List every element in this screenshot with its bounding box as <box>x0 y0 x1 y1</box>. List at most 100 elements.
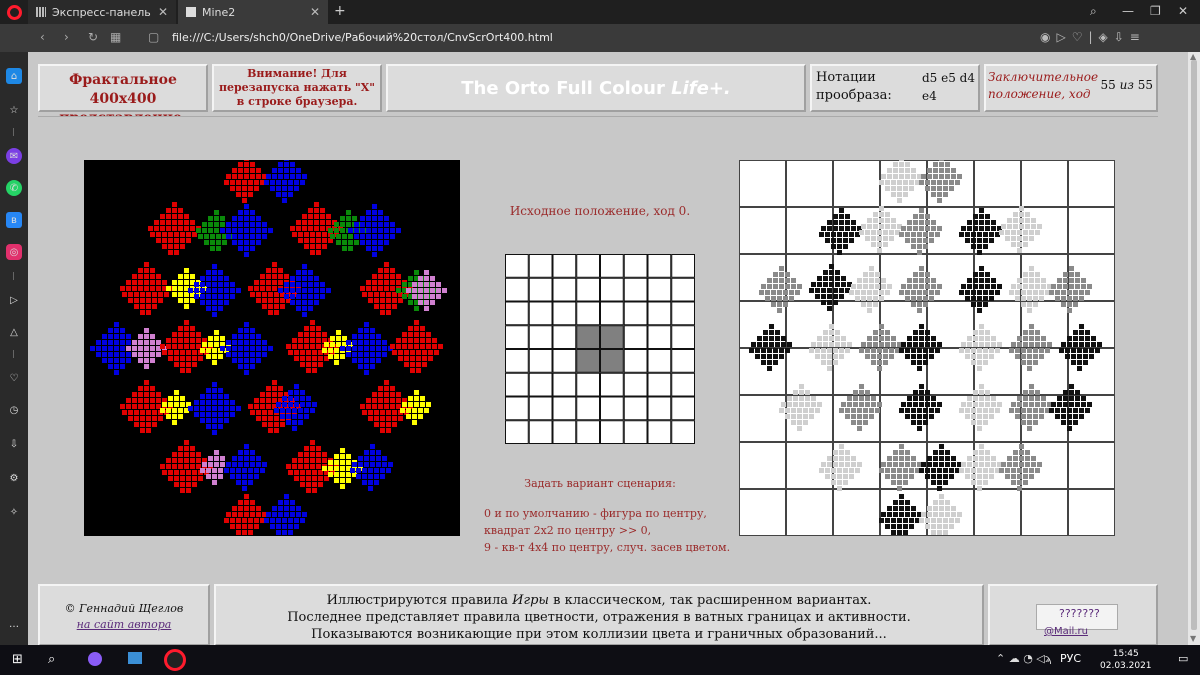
fractal-mark <box>184 320 189 325</box>
history-icon[interactable]: ◷ <box>6 402 22 418</box>
close-tab-icon[interactable]: ✕ <box>310 5 320 19</box>
fractal-mark <box>268 228 273 233</box>
fractal-mark <box>146 428 151 433</box>
fractal-mark <box>172 220 177 225</box>
player-icon[interactable]: ▷ <box>6 292 22 308</box>
description-line: Иллюстрируются правила Игры в классическ… <box>216 592 982 609</box>
close-window-button[interactable]: ✕ <box>1178 4 1188 18</box>
whatsapp-icon[interactable]: ✆ <box>6 180 22 196</box>
fractal-canvas[interactable] <box>84 160 460 536</box>
fractal-mark <box>162 470 167 475</box>
fractal-mark <box>384 404 389 409</box>
scene-mark <box>1027 360 1032 365</box>
fractal-mark <box>354 228 359 233</box>
scene-mark <box>879 336 884 341</box>
fractal-mark <box>256 174 261 179</box>
fractal-mark <box>386 298 391 303</box>
fractal-mark <box>352 346 357 351</box>
close-tab-icon[interactable]: ✕ <box>158 5 168 19</box>
scene-mark <box>793 396 798 401</box>
lightbulb-icon[interactable]: ✧ <box>6 504 22 520</box>
fractal-mark <box>330 336 335 341</box>
settings-icon[interactable]: ⚙ <box>6 470 22 486</box>
fractal-mark <box>336 336 341 341</box>
vertical-scrollbar[interactable]: ▲ ▼ <box>1188 52 1200 645</box>
fractal-mark <box>244 222 249 227</box>
minimize-button[interactable]: — <box>1122 4 1134 18</box>
mail-ru-link[interactable]: @Mail.ru <box>1044 626 1088 637</box>
fractal-mark <box>296 306 301 311</box>
messenger-icon[interactable]: ✉ <box>6 148 22 164</box>
taskview-icon[interactable] <box>128 652 142 664</box>
new-tab-button[interactable]: + <box>334 3 346 19</box>
language-indicator[interactable]: РУС <box>1060 652 1081 665</box>
fractal-mark <box>192 356 197 361</box>
vk-icon[interactable]: в <box>6 212 22 228</box>
fractal-mark <box>172 408 177 413</box>
tab-mine2[interactable]: Mine2 ✕ <box>178 0 328 24</box>
maximize-button[interactable]: ❐ <box>1150 4 1161 18</box>
scene-mark <box>1059 348 1064 353</box>
fractal-mark <box>310 238 315 243</box>
fractal-mark <box>412 288 417 293</box>
fractal-mark <box>298 338 303 343</box>
scene-mark <box>971 290 976 295</box>
final-scene-canvas[interactable] <box>739 160 1115 536</box>
tabs-grid-icon[interactable]: ▦ <box>110 30 121 44</box>
url-field[interactable]: file:///C:/Users/shch0/OneDrive/Рабочий%… <box>172 31 553 44</box>
fractal-mark <box>352 216 357 221</box>
fractal-mark <box>406 288 411 293</box>
home-icon[interactable]: ⌂ <box>6 68 22 84</box>
alice-icon[interactable] <box>88 652 102 666</box>
clock[interactable]: 15:45 02.03.2021 <box>1100 648 1152 672</box>
set-variant-label[interactable]: Задать вариант сценария: <box>470 477 730 490</box>
pinboard-icon[interactable]: △ <box>6 324 22 340</box>
windows-start-icon[interactable]: ⊞ <box>12 652 23 667</box>
scene-mark <box>887 456 892 461</box>
scene-mark <box>897 186 902 191</box>
reload-icon[interactable]: ↻ <box>88 30 98 44</box>
grid-cell <box>528 277 553 302</box>
scene-mark <box>867 218 872 223</box>
fractal-mark <box>212 430 217 435</box>
scene-mark <box>879 218 884 223</box>
scrollbar-thumb[interactable] <box>1191 60 1197 630</box>
fractal-mark <box>172 226 177 231</box>
scene-mark <box>909 474 914 479</box>
scene-mark <box>907 336 912 341</box>
tab-express-panel[interactable]: Экспресс-панель ✕ <box>28 0 176 24</box>
author-site-link[interactable]: на сайт автора <box>40 618 208 631</box>
back-icon[interactable]: ‹ <box>40 30 45 44</box>
fractal-mark <box>266 392 271 397</box>
more-icon[interactable]: … <box>6 616 22 632</box>
scene-mark <box>971 232 976 237</box>
instagram-icon[interactable]: ◎ <box>6 244 22 260</box>
fractal-mark <box>146 304 151 309</box>
scene-mark <box>985 402 990 407</box>
opera-taskbar-icon[interactable] <box>164 649 186 671</box>
fractal-mark <box>374 292 379 297</box>
grid-cell <box>671 325 695 349</box>
tray-icons[interactable]: ⌃ ☁ ◔ ◁ϡ <box>996 652 1052 665</box>
downloads-icon[interactable]: ⇩ <box>6 436 22 452</box>
notifications-icon[interactable]: ▭ <box>1178 652 1188 665</box>
scroll-down-icon[interactable]: ▼ <box>1190 634 1196 643</box>
preimage-grid[interactable] <box>505 254 695 444</box>
scene-mark <box>989 232 994 237</box>
grid-cell <box>576 301 600 326</box>
scene-mark <box>931 192 936 197</box>
address-actions[interactable]: ◉▷♡|◈⇩≡ <box>1040 30 1146 44</box>
star-icon[interactable]: ☆ <box>6 102 22 118</box>
fractal-mark <box>308 276 313 281</box>
search-icon[interactable]: ⌕ <box>48 652 55 667</box>
fractal-mark <box>134 292 139 297</box>
scene-mark <box>761 360 766 365</box>
scene-mark <box>1067 302 1072 307</box>
fractal-mark <box>326 220 331 225</box>
search-tabs-icon[interactable]: ⌕ <box>1090 4 1097 19</box>
opera-menu-button[interactable] <box>0 0 28 24</box>
heart-icon[interactable]: ♡ <box>6 370 22 386</box>
fractal-mark <box>114 322 119 327</box>
scene-mark <box>967 226 972 231</box>
forward-icon[interactable]: › <box>64 30 69 44</box>
